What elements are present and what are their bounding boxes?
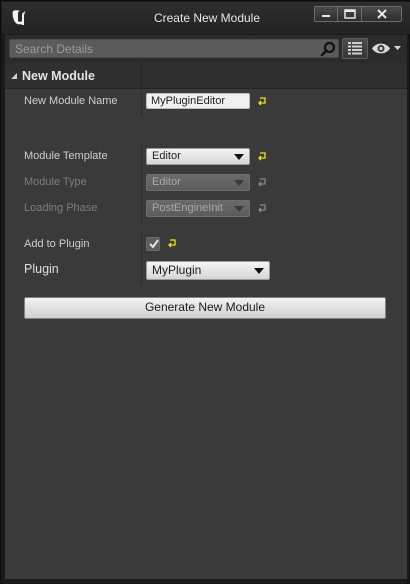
reset-to-default-icon xyxy=(258,204,266,213)
module-type-dropdown: Editor xyxy=(146,174,250,191)
search-toolbar xyxy=(5,35,407,63)
module-name-field[interactable]: MyPluginEditor xyxy=(146,93,250,109)
column-divider xyxy=(141,233,142,259)
reset-to-default-icon[interactable] xyxy=(257,151,267,161)
checkmark-icon xyxy=(149,239,159,249)
maximize-button[interactable] xyxy=(338,6,362,22)
add-to-plugin-label: Add to Plugin xyxy=(24,238,90,250)
column-divider xyxy=(141,197,142,223)
title-bar[interactable]: Create New Module xyxy=(2,2,410,34)
column-divider xyxy=(141,63,142,89)
category-title: New Module xyxy=(22,69,95,83)
maximize-icon xyxy=(343,9,356,19)
reset-to-default-icon[interactable] xyxy=(257,96,267,106)
module-template-dropdown[interactable]: Editor xyxy=(146,148,250,165)
reset-to-default-icon xyxy=(258,178,266,187)
eye-icon[interactable] xyxy=(371,40,403,57)
chevron-down-icon xyxy=(234,180,244,186)
column-divider xyxy=(141,90,142,116)
minimize-icon xyxy=(322,15,330,17)
minimize-button[interactable] xyxy=(314,6,338,22)
module-type-value: Editor xyxy=(152,176,181,188)
close-button[interactable] xyxy=(362,6,402,22)
collapse-arrow-icon[interactable] xyxy=(10,72,18,80)
module-template-label: Module Template xyxy=(24,150,108,162)
category-header-new-module[interactable]: New Module xyxy=(5,63,407,89)
module-type-label: Module Type xyxy=(24,176,87,188)
chevron-down-icon xyxy=(234,154,244,160)
loading-phase-value: PostEngineInit xyxy=(152,202,223,214)
module-template-value: Editor xyxy=(152,150,181,162)
column-divider xyxy=(141,145,142,171)
loading-phase-label: Loading Phase xyxy=(24,202,98,214)
generate-new-module-button[interactable]: Generate New Module xyxy=(24,297,386,319)
module-name-label: New Module Name xyxy=(24,95,118,107)
chevron-down-icon xyxy=(254,268,264,274)
close-icon xyxy=(376,9,387,19)
search-box[interactable] xyxy=(9,39,339,58)
plugin-value: MyPlugin xyxy=(152,263,202,277)
search-input[interactable] xyxy=(15,42,315,56)
reset-to-default-icon[interactable] xyxy=(167,238,177,248)
chevron-down-icon xyxy=(234,206,244,212)
loading-phase-dropdown: PostEngineInit xyxy=(146,200,250,217)
plugin-dropdown[interactable]: MyPlugin xyxy=(146,261,270,280)
window-bottom-border xyxy=(5,579,407,584)
search-icon[interactable] xyxy=(320,41,336,57)
details-panel: New Module New Module Name MyPluginEdito… xyxy=(5,35,407,579)
window-controls xyxy=(314,6,402,22)
column-divider xyxy=(141,171,142,197)
create-new-module-window: Create New Module Search Details New Mod… xyxy=(0,0,410,584)
view-options-icon xyxy=(348,42,362,55)
view-options-button[interactable] xyxy=(342,38,368,59)
column-divider xyxy=(141,259,142,285)
add-to-plugin-checkbox[interactable] xyxy=(146,237,160,251)
plugin-label: Plugin xyxy=(24,262,59,276)
